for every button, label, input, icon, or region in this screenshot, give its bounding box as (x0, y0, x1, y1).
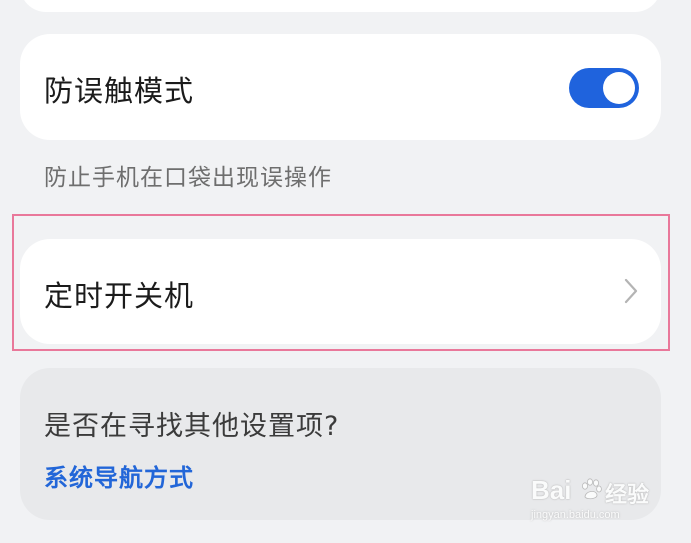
watermark-url: jingyan.baidu.com (531, 509, 620, 521)
anti-mistouch-row[interactable]: 防误触模式 (20, 34, 661, 140)
watermark-brand-right: 经验 (605, 483, 650, 508)
scheduled-power-label: 定时开关机 (44, 279, 195, 313)
watermark-brand-left: Bai (531, 475, 572, 505)
toggle-knob (603, 72, 635, 104)
anti-mistouch-label: 防误触模式 (44, 74, 195, 108)
suggestion-title: 是否在寻找其他设置项? (44, 411, 340, 442)
scheduled-power-row[interactable]: 定时开关机 (20, 239, 661, 344)
previous-settings-card (20, 0, 661, 12)
anti-mistouch-toggle[interactable] (569, 68, 639, 108)
baidu-jingyan-watermark: Bai 经验 jingyan.baidu.com (531, 475, 655, 525)
anti-mistouch-description: 防止手机在口袋出现误操作 (44, 165, 332, 191)
baidu-paw-icon (582, 478, 602, 500)
chevron-right-icon (624, 278, 638, 304)
system-navigation-link[interactable]: 系统导航方式 (44, 458, 194, 493)
